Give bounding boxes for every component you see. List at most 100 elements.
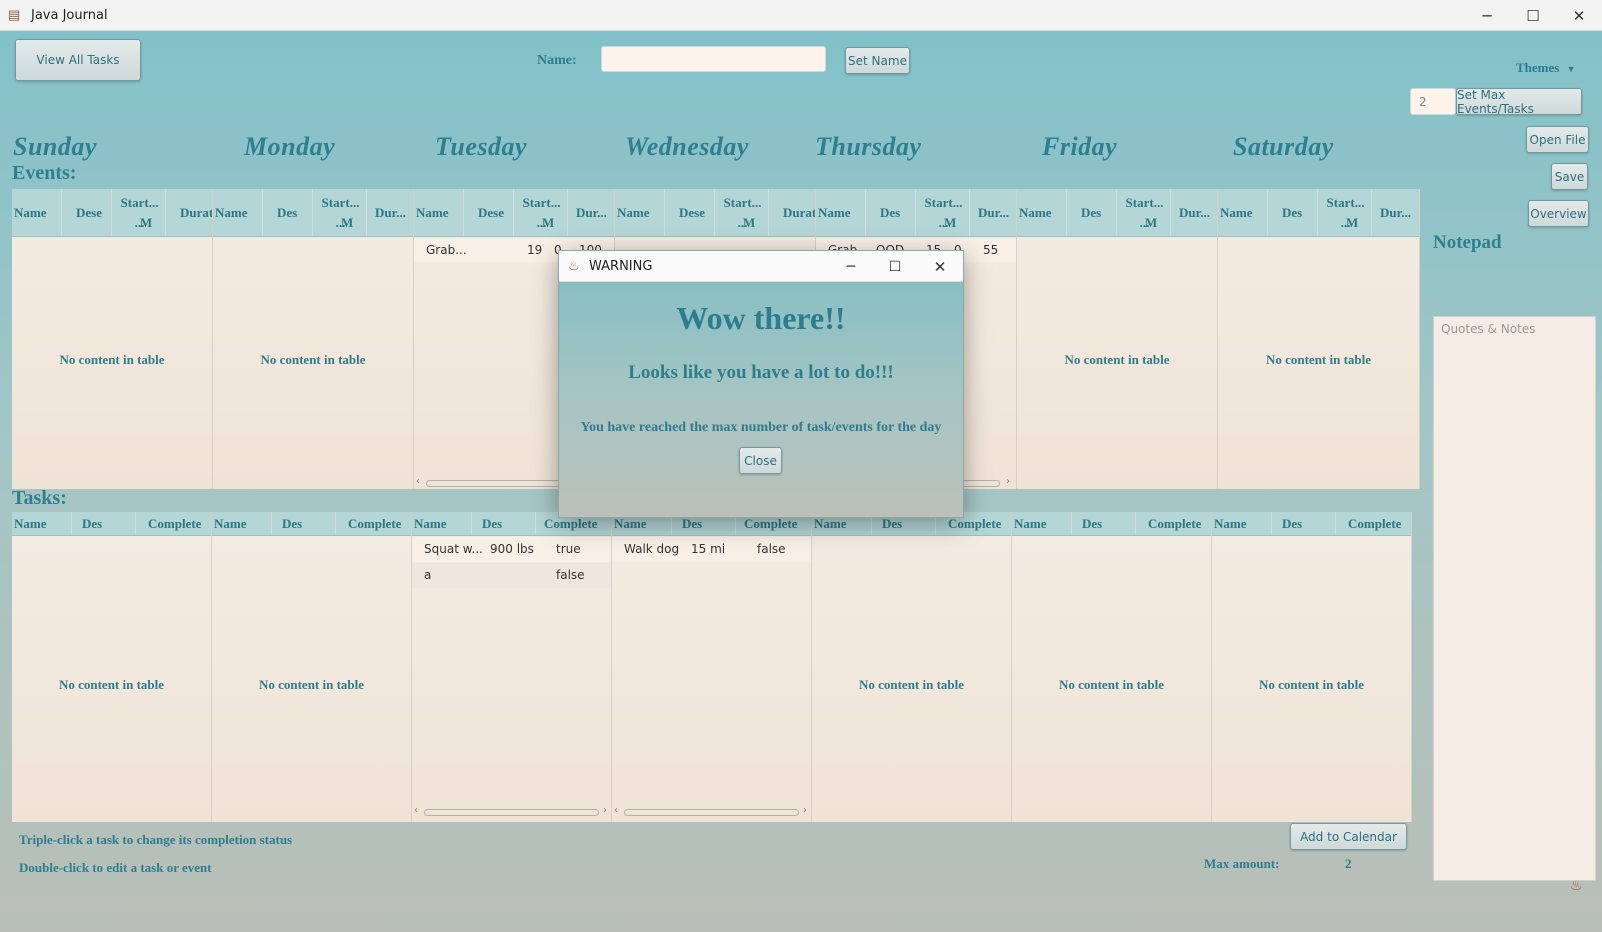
cell-complete: false [556,568,585,582]
col-duration[interactable]: Dur... [1171,189,1217,236]
events-table-saturday[interactable]: Name Des Start...... M Dur... No content… [1218,189,1420,489]
col-description[interactable]: Des [1072,512,1136,535]
dialog-message: You have reached the max number of task/… [580,420,942,435]
horizontal-scrollbar[interactable]: ‹ › [612,805,811,817]
col-description[interactable]: Des [866,189,916,236]
col-name[interactable]: Name [414,189,464,236]
col-minute[interactable]: M [540,211,566,235]
notepad-textarea[interactable]: Quotes & Notes [1433,316,1596,881]
set-max-button[interactable]: Set Max Events/Tasks [1456,88,1582,116]
col-minute[interactable]: M [1344,211,1370,235]
col-name[interactable]: Name [1017,189,1067,236]
tasks-table-monday[interactable]: Name Des Complete No content in table [212,512,412,822]
dialog-close-x-button[interactable]: ✕ [917,251,963,282]
col-minute[interactable]: M [1143,211,1169,235]
table-header: Name Dese Start...... M Dur... [414,189,614,237]
day-friday: Friday [1042,132,1118,161]
col-description[interactable]: Dese [464,189,514,236]
empty-placeholder: No content in table [1258,677,1365,692]
col-name[interactable]: Name [412,512,472,535]
col-name[interactable]: Name [816,189,866,236]
col-name[interactable]: Name [1218,189,1268,236]
col-start-label: Start... [522,194,561,210]
add-to-calendar-button[interactable]: Add to Calendar [1290,823,1407,850]
col-name[interactable]: Name [615,189,665,236]
horizontal-scrollbar[interactable]: ‹ › [412,805,611,817]
maximize-button[interactable]: ☐ [1510,0,1556,31]
col-description[interactable]: Des [1268,189,1318,236]
table-row[interactable]: Squat w... 900 lbs true [412,537,611,562]
col-minute[interactable]: M [942,211,968,235]
events-table-sunday[interactable]: Name Dese Start...... M Duratio No conte… [12,189,213,489]
cell-name: Grab... [426,243,467,257]
dialog-minimize-button[interactable]: ─ [829,251,873,282]
col-description[interactable]: Des [72,512,136,535]
minimize-button[interactable]: ─ [1464,0,1510,31]
cell-name: a [424,568,432,582]
themes-menu[interactable]: Themes ▼ [1516,60,1576,76]
col-duration[interactable]: Dur... [1372,189,1419,236]
dialog-maximize-button[interactable]: ☐ [873,251,917,282]
col-minute[interactable]: M [339,211,365,235]
col-description[interactable]: Des [272,512,336,535]
name-input[interactable] [601,46,826,72]
cell-start: 19 [527,243,543,257]
java-logo-icon: ♨ [568,258,580,273]
col-duration[interactable]: Dur... [367,189,413,236]
col-complete[interactable]: Complete [136,512,211,535]
col-name[interactable]: Name [12,512,72,535]
cell-name: Walk dog [624,542,680,556]
col-minute[interactable]: M [741,211,767,235]
tasks-table-tuesday[interactable]: Name Des Complete Squat w... 900 lbs tru… [412,512,612,822]
col-description[interactable]: Dese [62,189,112,236]
empty-placeholder: No content in table [1265,352,1372,367]
col-name[interactable]: Name [1212,512,1272,535]
dialog-titlebar: ♨ WARNING ─ ☐ ✕ [559,251,963,282]
tasks-table-wednesday[interactable]: Name Des Complete Walk dog 15 mi false ‹… [612,512,812,822]
table-row[interactable]: Walk dog 15 mi false [612,537,811,562]
view-all-tasks-button[interactable]: View All Tasks [15,39,141,81]
overview-button[interactable]: Overview [1528,200,1589,227]
tasks-table-sunday[interactable]: Name Des Complete No content in table [12,512,212,822]
col-duration[interactable]: Dur... [970,189,1016,236]
tasks-table-saturday[interactable]: Name Des Complete No content in table [1212,512,1412,822]
col-complete[interactable]: Complete [1336,512,1411,535]
col-name[interactable]: Name [213,189,263,236]
max-events-input[interactable]: 2 [1410,88,1456,115]
open-file-button[interactable]: Open File [1526,126,1589,153]
col-description[interactable]: Des [1272,512,1336,535]
col-name[interactable]: Name [1012,512,1072,535]
close-button[interactable]: ✕ [1556,0,1602,31]
col-name[interactable]: Name [12,189,62,236]
cell-duration: 55 [983,243,999,257]
empty-placeholder: No content in table [1058,677,1165,692]
col-description[interactable]: Des [472,512,536,535]
tasks-table-friday[interactable]: Name Des Complete No content in table [1012,512,1212,822]
tasks-table-thursday[interactable]: Name Des Complete No content in table [812,512,1012,822]
col-complete[interactable]: Complete [1136,512,1211,535]
day-sunday: Sunday [13,132,97,161]
table-header: Name Des Start...... M Dur... [213,189,413,237]
col-duration[interactable]: Duratio [769,189,815,236]
table-row[interactable]: a false [412,563,611,588]
col-start-label: Start... [1125,194,1164,210]
table-header: Name Dese Start...... M Duratio [615,189,815,237]
empty-placeholder: No content in table [1064,352,1170,367]
col-duration[interactable]: Duratio [166,189,212,236]
max-amount-label: Max amount: [1204,856,1280,871]
col-description[interactable]: Des [1067,189,1117,236]
col-name[interactable]: Name [212,512,272,535]
col-complete[interactable]: Complete [336,512,411,535]
col-description[interactable]: Des [263,189,313,236]
events-table-friday[interactable]: Name Des Start...... M Dur... No content… [1017,189,1218,489]
events-table-monday[interactable]: Name Des Start...... M Dur... No content… [213,189,414,489]
col-duration[interactable]: Dur... [568,189,614,236]
set-name-button[interactable]: Set Name [845,47,910,74]
save-button[interactable]: Save [1551,163,1588,190]
col-description[interactable]: Dese [665,189,715,236]
col-minute[interactable]: M [138,211,164,235]
table-header: Name Des Complete [1012,512,1211,536]
dialog-close-button[interactable]: Close [739,447,782,474]
col-start-label: Start... [924,194,963,210]
col-start-label: Start... [723,194,762,210]
